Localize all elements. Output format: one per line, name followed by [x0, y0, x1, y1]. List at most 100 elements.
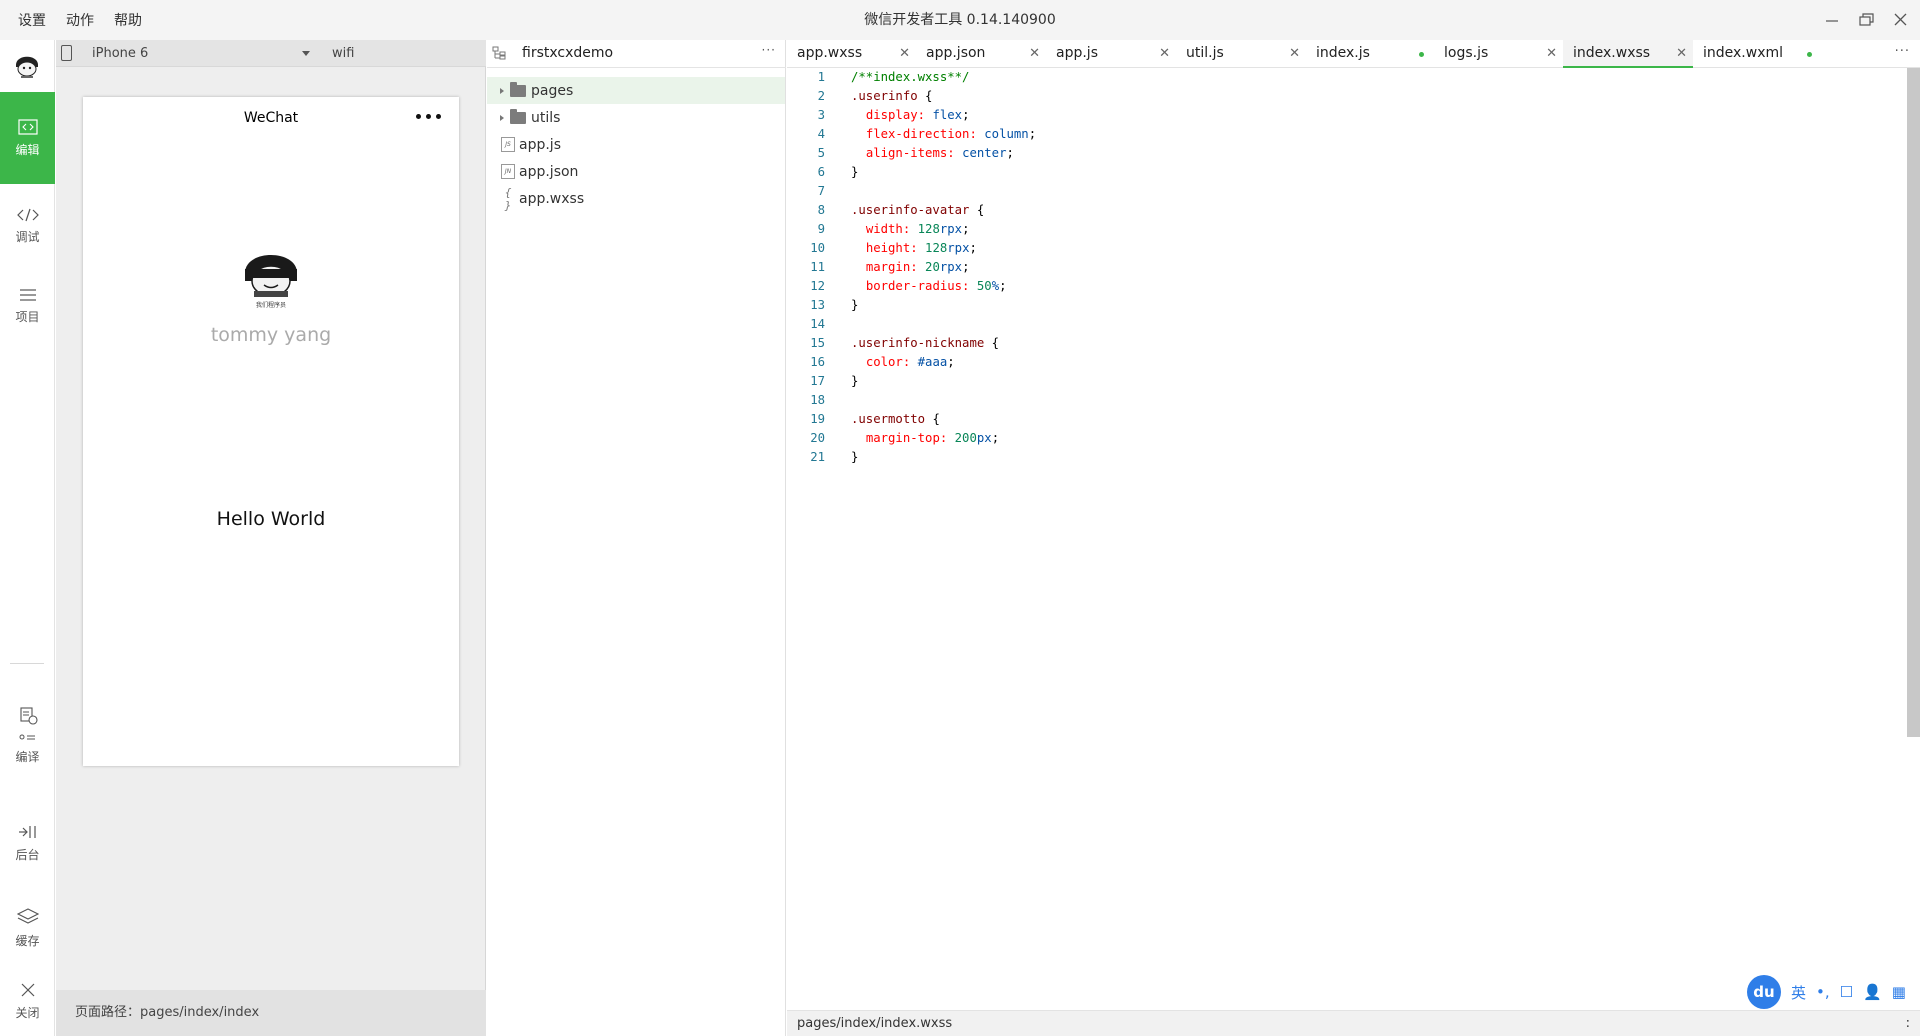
nav-item-close[interactable]: 关闭: [0, 966, 55, 1036]
code-line[interactable]: 12 border-radius: 50%;: [787, 277, 1905, 296]
modified-dot-icon: [1419, 52, 1424, 57]
close-icon[interactable]: ✕: [899, 40, 910, 67]
code-line[interactable]: 18: [787, 391, 1905, 410]
file-tree-header: firstxcxdemo ···: [487, 40, 786, 68]
nav-item-edit[interactable]: 编辑: [0, 92, 55, 184]
tab-label: index.wxml: [1703, 45, 1784, 61]
tree-folder-utils[interactable]: utils: [487, 104, 785, 131]
ime-punctuation-toggle[interactable]: •,: [1816, 983, 1830, 1001]
baidu-ime-logo[interactable]: du: [1747, 975, 1781, 1009]
ime-toolbar: du 英 •, ☐ 👤 ▦: [1747, 975, 1906, 1009]
code-line[interactable]: 20 margin-top: 200px;: [787, 429, 1905, 448]
phone-icon[interactable]: [61, 45, 72, 61]
code-text: margin-top: 200px;: [865, 431, 1000, 445]
tree-structure-icon[interactable]: [492, 46, 506, 60]
file-tree-panel: firstxcxdemo ··· pages utils JS app.js J…: [487, 40, 786, 1036]
code-line[interactable]: 1 /**index.wxss**/: [787, 68, 1905, 87]
line-number: 3: [817, 108, 825, 122]
code-area[interactable]: 1 /**index.wxss**/ 2 .userinfo { 3 display: …: [787, 68, 1905, 467]
nav-item-compile[interactable]: 编译: [0, 680, 55, 790]
tree-item-label: app.wxss: [519, 190, 585, 207]
tab-index-wxml[interactable]: index.wxml: [1693, 40, 1822, 68]
close-icon[interactable]: ✕: [1546, 40, 1557, 67]
nav-item-debug[interactable]: 调试: [0, 186, 55, 266]
window-title: 微信开发者工具 0.14.140900: [864, 12, 1056, 28]
close-window-button[interactable]: [1890, 10, 1910, 30]
close-icon[interactable]: ✕: [1289, 40, 1300, 67]
code-line[interactable]: 11 margin: 20rpx;: [787, 258, 1905, 277]
menu-settings[interactable]: 设置: [18, 10, 46, 30]
ime-language-toggle[interactable]: 英: [1791, 982, 1806, 1003]
tree-file-app-wxss[interactable]: { } app.wxss: [487, 185, 785, 212]
code-line[interactable]: 2 .userinfo {: [787, 87, 1905, 106]
userinfo-avatar[interactable]: 我们程序员: [241, 247, 301, 311]
code-line[interactable]: 6}: [787, 163, 1905, 182]
user-icon[interactable]: 👤: [1863, 983, 1882, 1001]
code-line[interactable]: 13}: [787, 296, 1905, 315]
user-motto[interactable]: Hello World: [83, 508, 459, 530]
code-text: width: 128rpx;: [865, 222, 970, 236]
keyboard-icon[interactable]: ☐: [1840, 983, 1853, 1001]
tab-app-js[interactable]: app.js ✕: [1046, 40, 1176, 68]
line-number: 1: [817, 70, 825, 84]
layers-icon: [16, 907, 39, 924]
nav-item-project[interactable]: 项目: [0, 266, 55, 346]
menu-help[interactable]: 帮助: [114, 10, 142, 30]
tab-label: index.js: [1316, 45, 1370, 61]
minimize-button[interactable]: [1822, 10, 1842, 30]
code-text: height: 128rpx;: [865, 241, 977, 255]
nav-item-cache[interactable]: 缓存: [0, 890, 55, 966]
tab-util-js[interactable]: util.js ✕: [1176, 40, 1306, 68]
code-text: flex-direction: column;: [865, 127, 1037, 141]
code-line[interactable]: 4 flex-direction: column;: [787, 125, 1905, 144]
modified-dot-icon: [1807, 52, 1812, 57]
phone-navigation-bar: WeChat: [83, 97, 459, 141]
user-avatar[interactable]: [10, 48, 44, 82]
code-text: .userinfo-avatar {: [851, 203, 985, 217]
vertical-scrollbar[interactable]: [1907, 68, 1920, 737]
close-icon[interactable]: ✕: [1676, 40, 1687, 67]
nav-item-background[interactable]: 后台: [0, 806, 55, 880]
tab-app-json[interactable]: app.json ✕: [916, 40, 1046, 68]
close-icon[interactable]: ✕: [1159, 40, 1170, 67]
code-line[interactable]: 8 .userinfo-avatar {: [787, 201, 1905, 220]
code-line[interactable]: 3 display: flex;: [787, 106, 1905, 125]
tree-folder-pages[interactable]: pages: [487, 77, 785, 104]
code-line[interactable]: 17}: [787, 372, 1905, 391]
menu-bar: 设置 动作 帮助: [18, 0, 142, 40]
tab-index-js[interactable]: index.js: [1306, 40, 1434, 68]
line-number: 18: [810, 393, 825, 407]
more-icon[interactable]: ···: [762, 43, 776, 57]
grid-icon[interactable]: ▦: [1892, 983, 1906, 1001]
code-line[interactable]: 5 align-items: center;: [787, 144, 1905, 163]
more-icon[interactable]: ···: [1895, 44, 1910, 59]
phone-screen[interactable]: WeChat 我们程序员 tommy yang Hello World: [83, 97, 459, 766]
tree-file-app-js[interactable]: JS app.js: [487, 131, 785, 158]
code-text: /**index.wxss**/: [851, 70, 970, 84]
tree-file-app-json[interactable]: JN app.json: [487, 158, 785, 185]
tab-app-wxss[interactable]: app.wxss ✕: [787, 40, 916, 68]
line-number: 9: [817, 222, 825, 236]
tab-label: logs.js: [1444, 45, 1489, 61]
code-line[interactable]: 19 .usermotto {: [787, 410, 1905, 429]
line-number: 2: [817, 89, 825, 103]
code-line[interactable]: 15 .userinfo-nickname {: [787, 334, 1905, 353]
more-icon[interactable]: [416, 114, 441, 119]
code-line[interactable]: 14: [787, 315, 1905, 334]
code-line[interactable]: 7: [787, 182, 1905, 201]
close-icon[interactable]: ✕: [1029, 40, 1040, 67]
code-text: .userinfo {: [851, 89, 933, 103]
tab-index-wxss[interactable]: index.wxss ✕: [1563, 40, 1693, 68]
tab-logs-js[interactable]: logs.js ✕: [1434, 40, 1563, 68]
avatar-caption: 我们程序员: [255, 302, 286, 309]
code-line[interactable]: 16 color: #aaa;: [787, 353, 1905, 372]
code-line[interactable]: 21}: [787, 448, 1905, 467]
tree-item-label: app.js: [519, 136, 561, 153]
code-line[interactable]: 10 height: 128rpx;: [787, 239, 1905, 258]
restore-icon: [1859, 13, 1874, 26]
menu-actions[interactable]: 动作: [66, 10, 94, 30]
restore-button[interactable]: [1856, 10, 1876, 30]
page-path-bar: 页面路径：pages/index/index: [56, 990, 486, 1036]
device-select[interactable]: iPhone 6: [92, 40, 320, 67]
code-line[interactable]: 9 width: 128rpx;: [787, 220, 1905, 239]
